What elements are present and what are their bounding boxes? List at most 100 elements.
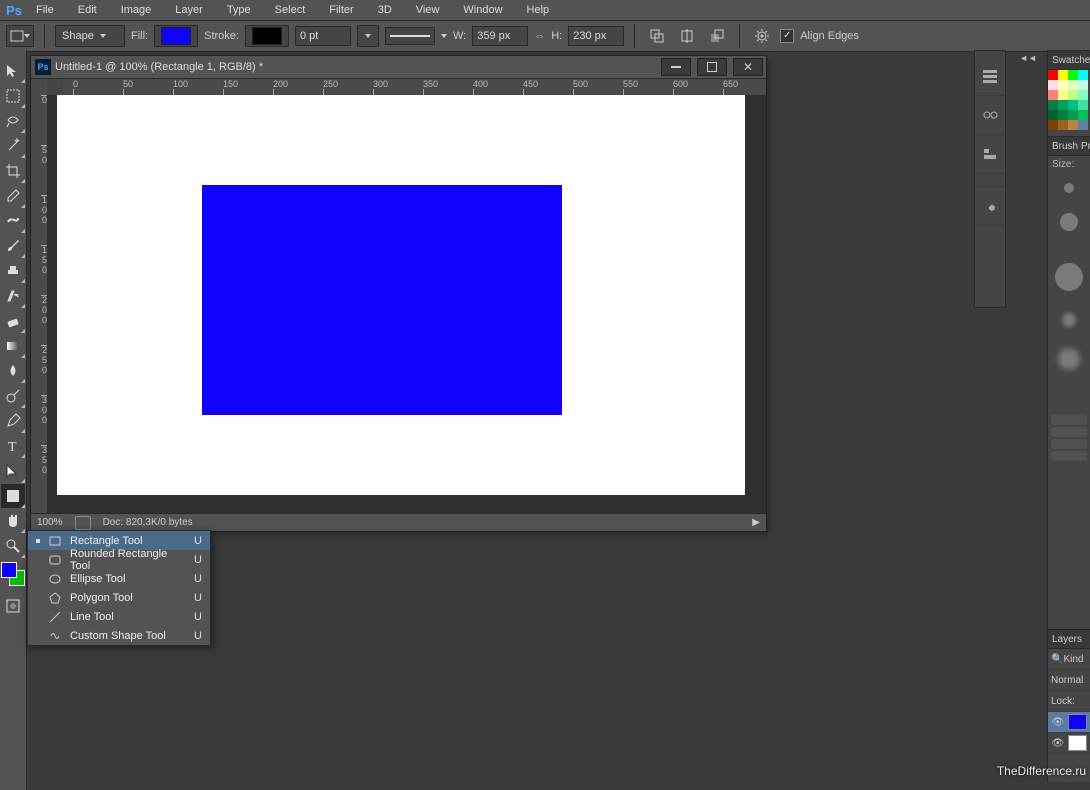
statusbar-arrow-icon[interactable]: ▶ xyxy=(752,517,760,528)
swatch[interactable] xyxy=(1048,90,1058,100)
swatch[interactable] xyxy=(1068,70,1078,80)
gear-icon[interactable] xyxy=(750,24,774,48)
swatch[interactable] xyxy=(1068,110,1078,120)
swatch[interactable] xyxy=(1078,70,1088,80)
swatch[interactable] xyxy=(1078,120,1088,130)
stroke-color-picker[interactable] xyxy=(245,25,289,47)
swatch[interactable] xyxy=(1058,70,1068,80)
swatch[interactable] xyxy=(1058,120,1068,130)
shape-menu-ellipse[interactable]: Ellipse ToolU xyxy=(28,569,210,588)
dodge-tool[interactable] xyxy=(1,384,25,408)
rectangle-shape[interactable] xyxy=(202,185,562,415)
shape-menu-custom[interactable]: Custom Shape ToolU xyxy=(28,626,210,645)
swatch[interactable] xyxy=(1058,110,1068,120)
zoom-tool[interactable] xyxy=(1,534,25,558)
menu-filter[interactable]: Filter xyxy=(317,1,365,19)
shape-menu-line[interactable]: Line ToolU xyxy=(28,607,210,626)
layer-row-rectangle[interactable]: 👁 xyxy=(1048,712,1090,733)
brush-thumb-icon[interactable] xyxy=(1051,427,1087,437)
layers-panel-header[interactable]: Layers xyxy=(1048,629,1090,649)
close-button[interactable]: ✕ xyxy=(733,58,763,76)
stamp-tool[interactable] xyxy=(1,259,25,283)
zoom-level[interactable]: 100% xyxy=(37,517,63,528)
ruler-vertical[interactable]: 050100150200250300350 xyxy=(31,95,47,513)
swatches-panel-header[interactable]: Swatches xyxy=(1048,50,1090,70)
eyedrop-tool[interactable] xyxy=(1,184,25,208)
document-titlebar[interactable]: Ps Untitled-1 @ 100% (Rectangle 1, RGB/8… xyxy=(31,56,766,79)
shape-mode-select[interactable]: Shape xyxy=(55,25,125,47)
history-tool[interactable] xyxy=(1,284,25,308)
history-panel-icon[interactable] xyxy=(976,57,1004,96)
path-ops-button[interactable] xyxy=(645,24,669,48)
stroke-width-menu[interactable] xyxy=(357,25,379,47)
foreground-color[interactable] xyxy=(1,562,17,578)
align-edges-checkbox[interactable]: ✓ xyxy=(780,29,794,43)
swatch[interactable] xyxy=(1078,80,1088,90)
wand-tool[interactable] xyxy=(1,134,25,158)
gradient-tool[interactable] xyxy=(1,334,25,358)
hand-tool[interactable] xyxy=(1,509,25,533)
brush-thumb-icon[interactable] xyxy=(1051,439,1087,449)
eraser-tool[interactable] xyxy=(1,309,25,333)
shape-menu-polygon[interactable]: Polygon ToolU xyxy=(28,588,210,607)
wrench-panel-icon[interactable] xyxy=(976,186,1004,226)
eye-icon[interactable]: 👁 xyxy=(1051,715,1065,729)
layers-filter-row[interactable]: 🔍 Kind xyxy=(1048,649,1090,670)
menu-type[interactable]: Type xyxy=(215,1,263,19)
swatch[interactable] xyxy=(1078,90,1088,100)
path-tool[interactable] xyxy=(1,459,25,483)
path-align-button[interactable] xyxy=(675,24,699,48)
swatch[interactable] xyxy=(1048,120,1058,130)
shape-tool[interactable] xyxy=(1,484,25,508)
swatch[interactable] xyxy=(1068,90,1078,100)
eye-icon[interactable]: 👁 xyxy=(1051,736,1065,750)
canvas-area[interactable] xyxy=(47,95,766,513)
blur-tool[interactable] xyxy=(1,359,25,383)
menu-3d[interactable]: 3D xyxy=(366,1,404,19)
brush-thumb-icon[interactable] xyxy=(1051,451,1087,461)
quick-mask-tool[interactable] xyxy=(1,594,25,618)
fg-bg-colors[interactable] xyxy=(1,562,25,590)
blend-mode-select[interactable]: Normal xyxy=(1048,670,1090,691)
marquee-tool[interactable] xyxy=(1,84,25,108)
menu-file[interactable]: File xyxy=(24,1,66,19)
pen-tool[interactable] xyxy=(1,409,25,433)
brush-panel-header[interactable]: Brush Presets xyxy=(1048,136,1090,156)
move-tool[interactable] xyxy=(1,59,25,83)
panel-collapse-button[interactable]: ◄◄ xyxy=(1014,52,1042,64)
swatch[interactable] xyxy=(1048,100,1058,110)
ruler-horizontal[interactable]: 050100150200250300350400450500550600650 xyxy=(63,79,766,95)
doc-info-icon[interactable] xyxy=(75,516,91,530)
maximize-button[interactable] xyxy=(697,58,727,76)
swatch[interactable] xyxy=(1078,110,1088,120)
menu-select[interactable]: Select xyxy=(263,1,318,19)
lasso-tool[interactable] xyxy=(1,109,25,133)
path-arrange-button[interactable] xyxy=(705,24,729,48)
character-panel-icon[interactable] xyxy=(976,135,1004,174)
heal-tool[interactable] xyxy=(1,209,25,233)
menu-edit[interactable]: Edit xyxy=(66,1,109,19)
crop-tool[interactable] xyxy=(1,159,25,183)
height-field[interactable] xyxy=(568,26,624,46)
type-tool[interactable]: T xyxy=(1,434,25,458)
canvas[interactable] xyxy=(57,95,745,495)
menu-help[interactable]: Help xyxy=(515,1,562,19)
tool-preset-picker[interactable] xyxy=(6,25,34,47)
brush-thumb-icon[interactable] xyxy=(1051,415,1087,425)
shape-menu-rrect[interactable]: Rounded Rectangle ToolU xyxy=(28,550,210,569)
swatch[interactable] xyxy=(1058,80,1068,90)
width-field[interactable] xyxy=(472,26,528,46)
minimize-button[interactable] xyxy=(661,58,691,76)
swatch[interactable] xyxy=(1068,80,1078,90)
menu-view[interactable]: View xyxy=(404,1,452,19)
swatch[interactable] xyxy=(1058,90,1068,100)
swatch[interactable] xyxy=(1078,100,1088,110)
swatch[interactable] xyxy=(1048,110,1058,120)
swatch[interactable] xyxy=(1068,100,1078,110)
menu-window[interactable]: Window xyxy=(451,1,514,19)
fill-color-picker[interactable] xyxy=(154,25,198,47)
link-icon[interactable]: ⇔ xyxy=(534,30,545,42)
swatch[interactable] xyxy=(1058,100,1068,110)
brush-preset-area[interactable] xyxy=(1048,173,1090,413)
menu-image[interactable]: Image xyxy=(109,1,164,19)
